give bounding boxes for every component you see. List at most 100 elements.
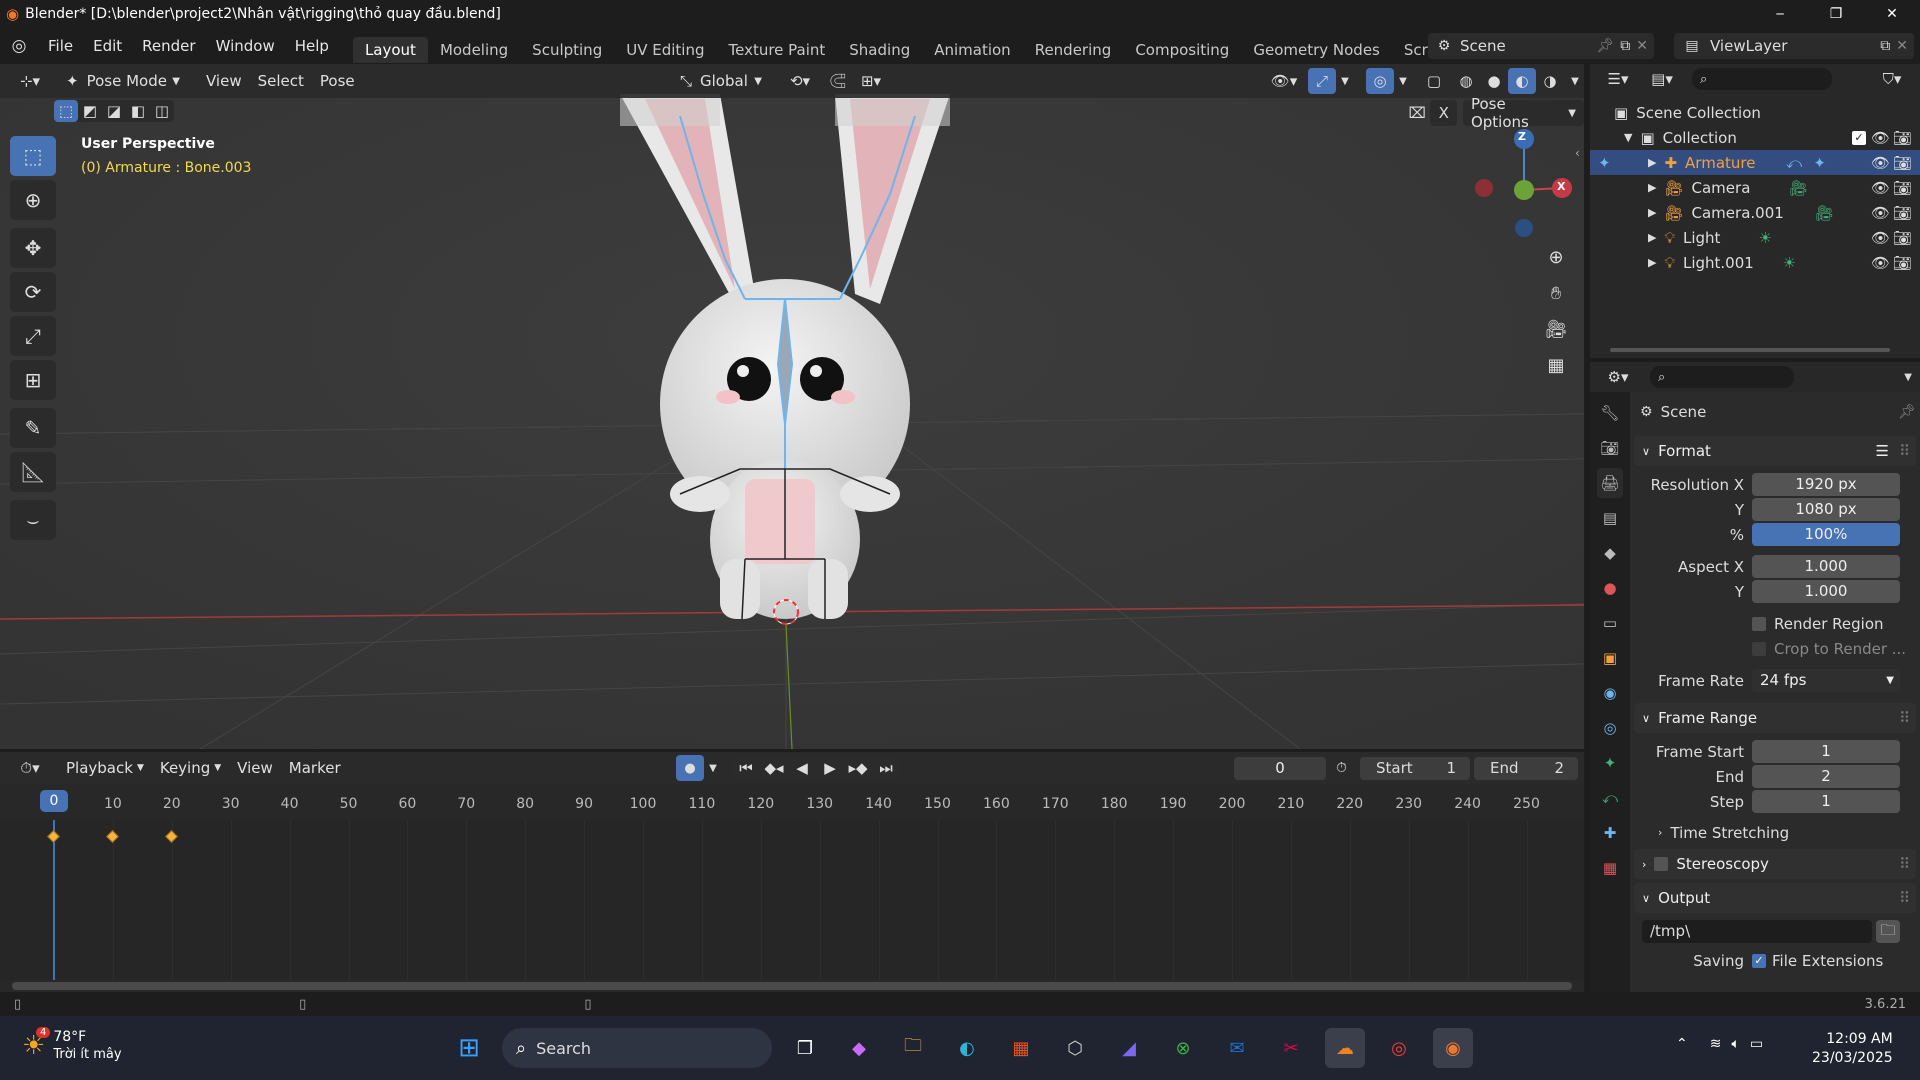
- drag-handle-icon[interactable]: ⠿: [1899, 709, 1910, 727]
- camera-data-icon[interactable]: 🎥︎: [1789, 179, 1808, 197]
- outliner-scene-collection[interactable]: ▣ Scene Collection: [1590, 100, 1920, 125]
- wireframe-shading-icon[interactable]: ◍: [1452, 68, 1480, 94]
- rendered-shading-icon[interactable]: ◑: [1536, 68, 1564, 94]
- pin-icon[interactable]: 📌︎: [1596, 38, 1614, 54]
- crop-render-checkbox[interactable]: [1752, 641, 1766, 656]
- outliner-editor-icon[interactable]: ☰▾: [1598, 66, 1638, 92]
- keying-dropdown-icon[interactable]: ▼: [704, 755, 722, 781]
- outliner-item-light-001[interactable]: ▶ 💡︎ Light.001 ☀ 👁︎ 📷︎: [1590, 250, 1920, 275]
- outliner-item-light[interactable]: ▶ 💡︎ Light ☀ 👁︎ 📷︎: [1590, 225, 1920, 250]
- transform-orientation-dropdown[interactable]: ⤡ Global ▼: [672, 68, 770, 94]
- eye-icon[interactable]: 👁︎: [1871, 154, 1890, 172]
- resolution-percent-slider[interactable]: 100%: [1752, 523, 1900, 546]
- blender-taskbar-icon[interactable]: ◉: [1433, 1028, 1473, 1068]
- camera-render-icon[interactable]: 📷︎: [1893, 229, 1912, 247]
- menu-render[interactable]: Render: [132, 28, 205, 64]
- stopwatch-icon[interactable]: ⏱: [1336, 760, 1347, 776]
- world-tab-icon[interactable]: ●: [1597, 573, 1623, 603]
- scene-selector[interactable]: ⚙ Scene 📌︎ ⧉ ✕: [1428, 33, 1654, 59]
- outliner-item-camera[interactable]: ▶ 🎥︎ Camera 🎥︎ 👁︎ 📷︎: [1590, 175, 1920, 200]
- expand-arrow-icon[interactable]: ▶: [1648, 256, 1656, 269]
- overlays-toggle-icon[interactable]: ◎: [1366, 68, 1394, 94]
- rotate-tool-icon[interactable]: ⟳: [10, 272, 56, 312]
- playhead-line[interactable]: [53, 820, 55, 980]
- frame-range-panel-header[interactable]: ∨ Frame Range ⠿: [1634, 703, 1916, 733]
- microsoft-store-icon[interactable]: ▦: [1001, 1028, 1041, 1068]
- frame-step-field[interactable]: 1: [1752, 790, 1900, 813]
- xray-icon[interactable]: ▢: [1420, 68, 1448, 94]
- aspect-y-field[interactable]: 1.000: [1752, 580, 1900, 603]
- viewlayer-selector[interactable]: ▤ ViewLayer ⧉ ✕: [1674, 33, 1914, 59]
- frame-end-field[interactable]: 2: [1752, 765, 1900, 788]
- minimize-button[interactable]: ─: [1752, 7, 1808, 21]
- camera-render-icon[interactable]: 📷︎: [1893, 129, 1912, 147]
- outliner-item-armature[interactable]: ✦ ▶ ✚ Armature ⤺ ✦ 👁︎ 📷︎: [1590, 150, 1920, 175]
- ortho-grid-icon[interactable]: ▦: [1542, 352, 1570, 378]
- zoom-icon[interactable]: ⊕: [1542, 244, 1570, 270]
- solid-shading-icon[interactable]: ●: [1480, 68, 1508, 94]
- marker-menu[interactable]: Marker: [281, 755, 349, 781]
- light-data-icon[interactable]: ☀: [1783, 254, 1796, 272]
- jump-end-icon[interactable]: ⏭: [872, 755, 900, 781]
- outliner-search-input[interactable]: ⌕: [1692, 68, 1832, 90]
- eye-icon[interactable]: 👁︎: [1871, 129, 1890, 147]
- keying-menu[interactable]: Keying ▼: [152, 755, 229, 781]
- menu-select[interactable]: Select: [250, 68, 312, 94]
- pivot-point-icon[interactable]: ⟲▾: [780, 68, 820, 94]
- tab-sculpting[interactable]: Sculpting: [520, 37, 614, 63]
- output-panel-header[interactable]: ∨ Output ⠿: [1634, 883, 1916, 913]
- outliner-collection[interactable]: ▼ ▣ Collection ✓ 👁︎ 📷︎: [1590, 125, 1920, 150]
- resolution-y-field[interactable]: 1080 px: [1752, 498, 1900, 521]
- select-new-icon[interactable]: ⬚: [54, 100, 78, 122]
- stereoscopy-checkbox[interactable]: [1654, 857, 1669, 871]
- expand-arrow-icon[interactable]: ▶: [1648, 206, 1656, 219]
- output-path-field[interactable]: /tmp\: [1642, 920, 1872, 943]
- transform-tool-icon[interactable]: ⊞: [10, 360, 56, 400]
- pose-mode-indicator-icon[interactable]: ✦: [1598, 154, 1611, 172]
- delete-viewlayer-icon[interactable]: ✕: [1896, 38, 1908, 54]
- battery-icon[interactable]: ▭: [1750, 1036, 1763, 1052]
- current-frame-field[interactable]: 0: [1234, 756, 1326, 780]
- tab-uv-editing[interactable]: UV Editing: [614, 37, 716, 63]
- properties-search-input[interactable]: ⌕: [1650, 366, 1794, 388]
- pose-data-icon[interactable]: ✦: [1813, 154, 1826, 172]
- pin-icon[interactable]: 📌︎: [1898, 404, 1916, 420]
- snipping-tool-icon[interactable]: ✂: [1271, 1028, 1311, 1068]
- frame-rate-dropdown[interactable]: 24 fps ▼: [1752, 669, 1900, 692]
- select-box-tool-icon[interactable]: ⬚: [10, 136, 56, 176]
- armature-data-tab-icon[interactable]: ⤺: [1597, 783, 1623, 813]
- timeline-scrollbar[interactable]: [12, 982, 1572, 990]
- relax-pose-tool-icon[interactable]: ⌣: [10, 500, 56, 540]
- tray-overflow-icon[interactable]: ⌃: [1676, 1036, 1688, 1052]
- render-region-checkbox[interactable]: [1752, 616, 1766, 631]
- blender-menu-icon[interactable]: ◎: [0, 36, 38, 56]
- texture-tab-icon[interactable]: ▦: [1597, 853, 1623, 883]
- pan-hand-icon[interactable]: ✋︎: [1542, 280, 1570, 306]
- menu-pose[interactable]: Pose: [312, 68, 363, 94]
- constraints-tab-icon[interactable]: ✦: [1597, 748, 1623, 778]
- x-mirror-toggle[interactable]: X: [1430, 100, 1457, 126]
- 3d-viewport[interactable]: Z X User Perspective (0) Armature : Bone…: [0, 64, 1584, 749]
- format-panel-header[interactable]: ∨ Format ☰ ⠿: [1634, 436, 1916, 466]
- cloudflare-warp-icon[interactable]: ☁: [1325, 1028, 1365, 1068]
- menu-window[interactable]: Window: [206, 28, 285, 64]
- task-view-icon[interactable]: ❐: [785, 1028, 825, 1068]
- render-tab-icon[interactable]: 📷︎: [1597, 433, 1623, 463]
- tab-layout[interactable]: Layout: [352, 37, 428, 63]
- play-reverse-icon[interactable]: ◀: [788, 755, 816, 781]
- file-explorer-icon[interactable]: 🗀: [893, 1028, 933, 1068]
- expand-arrow-icon[interactable]: ▶: [1648, 156, 1656, 169]
- keyframe-marker[interactable]: [106, 830, 119, 843]
- end-frame-field[interactable]: End 2: [1474, 756, 1578, 780]
- outliner-item-camera-001[interactable]: ▶ 🎥︎ Camera.001 🎥︎ 👁︎ 📷︎: [1590, 200, 1920, 225]
- next-keyframe-icon[interactable]: ▸◆: [844, 755, 872, 781]
- eye-icon[interactable]: 👁︎: [1871, 254, 1890, 272]
- drag-handle-icon[interactable]: ⠿: [1899, 889, 1910, 907]
- measure-tool-icon[interactable]: 📐︎: [10, 452, 56, 492]
- jump-start-icon[interactable]: ⏮: [732, 755, 760, 781]
- camera-render-icon[interactable]: 📷︎: [1893, 204, 1912, 222]
- collection-tab-icon[interactable]: ▭: [1597, 608, 1623, 638]
- weather-widget[interactable]: ☀ 4 78°F Trời ít mây: [22, 1027, 122, 1064]
- move-tool-icon[interactable]: ✥: [10, 228, 56, 268]
- tab-shading[interactable]: Shading: [837, 37, 922, 63]
